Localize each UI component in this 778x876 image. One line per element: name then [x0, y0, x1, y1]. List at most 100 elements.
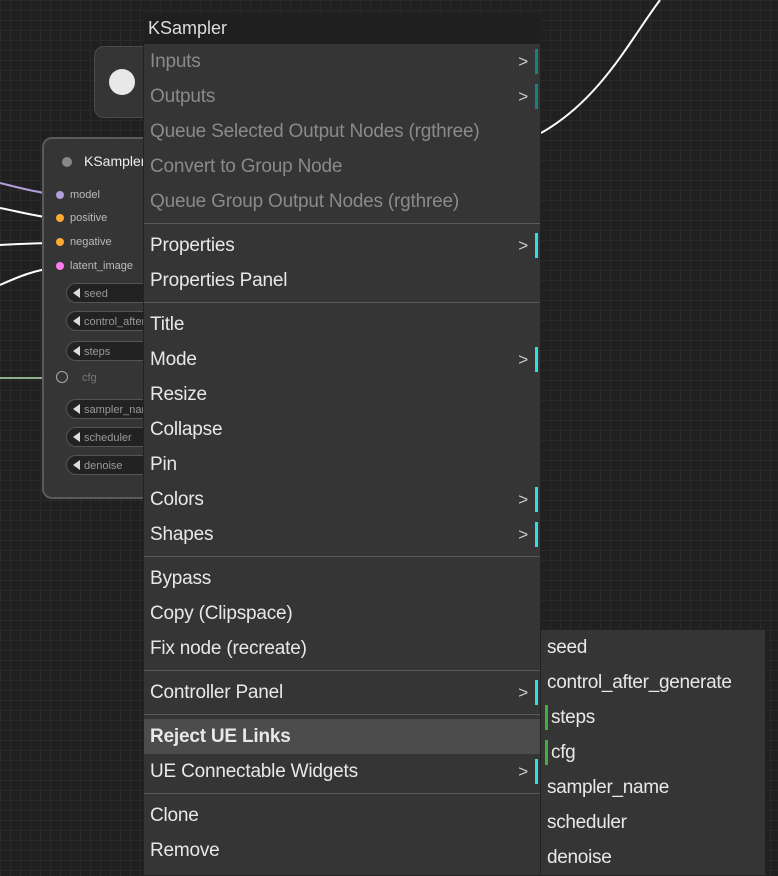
menu-item-label: Properties Panel: [150, 270, 288, 291]
submenu-indicator-bar: [535, 49, 538, 74]
menu-item-label: Colors: [150, 489, 204, 510]
cfg-input-socket[interactable]: [56, 371, 68, 383]
menu-item-title[interactable]: Title: [144, 307, 540, 342]
menu-item-fix-node-recreate[interactable]: Fix node (recreate): [144, 631, 540, 666]
menu-item-mode[interactable]: Mode >: [144, 342, 540, 377]
menu-item-label: Collapse: [150, 419, 223, 440]
menu-item-properties-panel[interactable]: Properties Panel: [144, 263, 540, 298]
menu-item-colors[interactable]: Colors >: [144, 482, 540, 517]
cfg-widget[interactable]: cfg: [56, 371, 97, 384]
menu-item-label: Properties: [150, 235, 235, 256]
submenu-indicator-bar: [535, 680, 538, 705]
input-slot-label: latent_image: [70, 260, 133, 272]
menu-item-queue-selected-output-nodes-rgthree[interactable]: Queue Selected Output Nodes (rgthree): [144, 114, 540, 149]
menu-title: KSampler: [144, 13, 540, 44]
menu-separator: [144, 556, 540, 557]
input-slot-negative[interactable]: negative: [56, 236, 112, 248]
submenu-indicator-bar: [535, 233, 538, 258]
menu-separator: [144, 793, 540, 794]
input-socket-icon[interactable]: [56, 238, 64, 246]
chevron-right-icon: >: [518, 236, 528, 255]
input-socket-icon[interactable]: [56, 214, 64, 222]
submenu-item-steps[interactable]: steps: [541, 700, 765, 735]
submenu-item-scheduler[interactable]: scheduler: [541, 805, 765, 840]
input-slot-positive[interactable]: positive: [56, 212, 107, 224]
widget-label: denoise: [84, 460, 123, 472]
decrement-arrow-icon[interactable]: [73, 460, 80, 470]
menu-item-label: Fix node (recreate): [150, 638, 307, 659]
menu-item-shapes[interactable]: Shapes >: [144, 517, 540, 552]
menu-item-label: Inputs: [150, 51, 201, 72]
chevron-right-icon: >: [518, 525, 528, 544]
menu-item-reject-ue-links[interactable]: Reject UE Links: [144, 719, 540, 754]
menu-item-label: Clone: [150, 805, 199, 826]
menu-item-convert-to-group-node[interactable]: Convert to Group Node: [144, 149, 540, 184]
menu-item-label: Resize: [150, 384, 207, 405]
context-menu: KSampler Inputs > Outputs > Queue Selected O…: [143, 12, 541, 876]
menu-item-resize[interactable]: Resize: [144, 377, 540, 412]
menu-item-queue-group-output-nodes-rgthree[interactable]: Queue Group Output Nodes (rgthree): [144, 184, 540, 219]
menu-item-label: Remove: [150, 840, 220, 861]
submenu-item-cfg[interactable]: cfg: [541, 735, 765, 770]
submenu-indicator-bar: [535, 759, 538, 784]
widget-label: seed: [84, 288, 108, 300]
menu-item-clone[interactable]: Clone: [144, 798, 540, 833]
menu-item-label: UE Connectable Widgets: [150, 761, 358, 782]
submenu-item-control-after-generate[interactable]: control_after_generate: [541, 665, 765, 700]
submenu-indicator-bar: [535, 84, 538, 109]
menu-item-inputs[interactable]: Inputs >: [144, 44, 540, 79]
cfg-label: cfg: [82, 372, 97, 384]
chevron-right-icon: >: [518, 350, 528, 369]
input-slot-label: positive: [70, 212, 108, 224]
menu-separator: [144, 670, 540, 671]
menu-item-label: Queue Selected Output Nodes (rgthree): [150, 121, 480, 142]
chevron-right-icon: >: [518, 87, 528, 106]
chevron-right-icon: >: [518, 52, 528, 71]
submenu-indicator-bar: [535, 487, 538, 512]
submenu-item-denoise[interactable]: denoise: [541, 840, 765, 875]
menu-item-bypass[interactable]: Bypass: [144, 561, 540, 596]
widget-label: steps: [84, 346, 111, 358]
submenu-indicator-bar: [535, 522, 538, 547]
chevron-right-icon: >: [518, 683, 528, 702]
menu-item-label: Reject UE Links: [150, 726, 291, 747]
decrement-arrow-icon[interactable]: [73, 432, 80, 442]
menu-separator: [144, 223, 540, 224]
menu-item-copy-clipspace[interactable]: Copy (Clipspace): [144, 596, 540, 631]
menu-item-collapse[interactable]: Collapse: [144, 412, 540, 447]
menu-item-controller-panel[interactable]: Controller Panel >: [144, 675, 540, 710]
input-socket-icon[interactable]: [56, 191, 64, 199]
input-slot-label: model: [70, 189, 100, 201]
menu-item-remove[interactable]: Remove: [144, 833, 540, 868]
menu-item-outputs[interactable]: Outputs >: [144, 79, 540, 114]
node-status-dot: [109, 69, 135, 95]
menu-separator: [144, 302, 540, 303]
decrement-arrow-icon[interactable]: [73, 346, 80, 356]
menu-item-label: Title: [150, 314, 185, 335]
input-slot-latent-image[interactable]: latent_image: [56, 260, 133, 272]
input-slot-label: negative: [70, 236, 112, 248]
decrement-arrow-icon[interactable]: [73, 404, 80, 414]
menu-item-pin[interactable]: Pin: [144, 447, 540, 482]
menu-item-label: Shapes: [150, 524, 214, 545]
menu-item-ue-connectable-widgets[interactable]: UE Connectable Widgets >: [144, 754, 540, 789]
decrement-arrow-icon[interactable]: [73, 288, 80, 298]
menu-item-label: Controller Panel: [150, 682, 284, 703]
widget-label: scheduler: [84, 432, 132, 444]
submenu-item-seed[interactable]: seed: [541, 630, 765, 665]
menu-item-label: Convert to Group Node: [150, 156, 343, 177]
input-slot-model[interactable]: model: [56, 189, 100, 201]
input-socket-icon[interactable]: [56, 262, 64, 270]
menu-item-label: Outputs: [150, 86, 216, 107]
submenu-item-sampler-name[interactable]: sampler_name: [541, 770, 765, 805]
menu-item-label: Pin: [150, 454, 177, 475]
menu-item-properties[interactable]: Properties >: [144, 228, 540, 263]
node-title-dot: [62, 157, 72, 167]
menu-item-label: Mode: [150, 349, 197, 370]
menu-item-label: Copy (Clipspace): [150, 603, 293, 624]
decrement-arrow-icon[interactable]: [73, 316, 80, 326]
wire-output: [540, 0, 661, 134]
chevron-right-icon: >: [518, 490, 528, 509]
menu-item-label: Queue Group Output Nodes (rgthree): [150, 191, 459, 212]
node-title: KSampler: [84, 153, 146, 169]
